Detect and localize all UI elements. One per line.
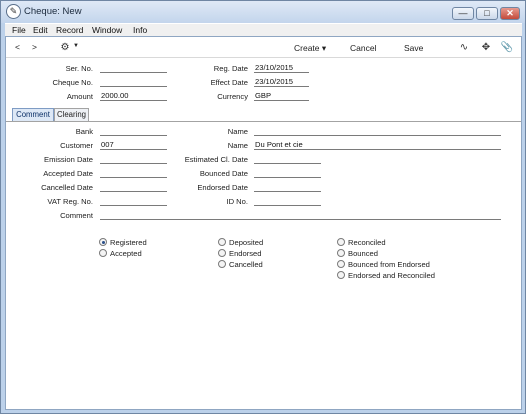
ser-no-field[interactable]	[100, 63, 167, 73]
effect-date-label: Effect Date	[210, 78, 248, 87]
effect-date-field[interactable]: 23/10/2015	[254, 77, 309, 87]
title-bar[interactable]: ✎ Cheque: New — □ ✕	[1, 1, 525, 23]
bank-field[interactable]	[100, 126, 167, 136]
cheque-no-field[interactable]	[100, 77, 167, 87]
close-button[interactable]: ✕	[500, 7, 520, 20]
radio-icon	[218, 238, 226, 246]
accepted-date-field[interactable]	[100, 168, 167, 178]
customer-name-field[interactable]: Du Pont et cie	[254, 140, 501, 150]
menu-info[interactable]: Info	[133, 25, 147, 35]
currency-field[interactable]: GBP	[254, 91, 309, 101]
customer-field[interactable]: 007	[100, 140, 167, 150]
status-radio-endorsed[interactable]: Endorsed	[218, 249, 262, 259]
radio-icon	[337, 260, 345, 268]
expand-icon[interactable]: ✥	[479, 41, 493, 55]
endorsed-date-label: Endorsed Date	[197, 183, 248, 192]
emission-date-label: Emission Date	[44, 155, 93, 164]
radio-icon	[218, 249, 226, 257]
record-form: < > ⚙ ▼ Create ▾ Cancel Save ∿ ✥ 📎 Ser. …	[5, 36, 522, 410]
minimize-button[interactable]: —	[452, 7, 474, 20]
tab-clearing[interactable]: Clearing	[54, 108, 89, 121]
accepted-date-label: Accepted Date	[43, 169, 93, 178]
endorsed-date-field[interactable]	[254, 182, 321, 192]
currency-label: Currency	[217, 92, 248, 101]
status-radio-registered[interactable]: Registered	[99, 238, 147, 248]
activity-icon[interactable]: ∿	[457, 41, 471, 55]
status-radio-bounced-from-endorsed[interactable]: Bounced from Endorsed	[337, 260, 430, 270]
radio-icon	[337, 249, 345, 257]
gear-icon[interactable]: ⚙	[58, 41, 72, 55]
radio-icon	[99, 249, 107, 257]
bank-label: Bank	[75, 127, 93, 136]
cancelled-date-label: Cancelled Date	[41, 183, 93, 192]
status-radio-accepted[interactable]: Accepted	[99, 249, 142, 259]
cheque-window: ✎ Cheque: New — □ ✕ File Edit Record Win…	[0, 0, 526, 414]
cancel-button[interactable]: Cancel	[350, 43, 376, 53]
paperclip-icon[interactable]: 📎	[500, 41, 514, 55]
gear-menu-chevron-down-icon[interactable]: ▼	[73, 43, 79, 49]
cancelled-date-field[interactable]	[100, 182, 167, 192]
maximize-button[interactable]: □	[476, 7, 498, 20]
tab-strip: Comment Clearing	[6, 107, 521, 121]
menu-edit[interactable]: Edit	[33, 25, 48, 35]
cheque-no-label: Cheque No.	[52, 78, 93, 87]
status-radio-deposited[interactable]: Deposited	[218, 238, 263, 248]
comment-field[interactable]	[100, 210, 501, 220]
radio-selected-icon	[99, 238, 107, 246]
vat-reg-no-field[interactable]	[100, 196, 167, 206]
next-record-button[interactable]: >	[32, 42, 37, 52]
ser-no-label: Ser. No.	[65, 64, 93, 73]
menu-record[interactable]: Record	[56, 25, 83, 35]
amount-field[interactable]: 2000.00	[100, 91, 167, 101]
save-button[interactable]: Save	[404, 43, 423, 53]
radio-icon	[337, 238, 345, 246]
amount-label: Amount	[66, 92, 93, 101]
menu-window[interactable]: Window	[92, 25, 122, 35]
toolbar: < > ⚙ ▼ Create ▾ Cancel Save ∿ ✥ 📎	[6, 37, 521, 58]
bounced-date-label: Bounced Date	[199, 169, 248, 178]
menu-bar: File Edit Record Window Info	[5, 23, 522, 36]
status-radio-bounced[interactable]: Bounced	[337, 249, 378, 259]
reg-date-field[interactable]: 23/10/2015	[254, 63, 309, 73]
estimated-cl-date-label: Estimated Cl. Date	[184, 155, 248, 164]
create-button[interactable]: Create ▾	[294, 43, 326, 54]
window-title: Cheque: New	[24, 6, 82, 17]
bounced-date-field[interactable]	[254, 168, 321, 178]
vat-reg-no-label: VAT Reg. No.	[47, 197, 93, 206]
tab-divider	[6, 121, 521, 122]
reg-date-label: Reg. Date	[213, 64, 248, 73]
status-radio-cancelled[interactable]: Cancelled	[218, 260, 263, 270]
id-no-label: ID No.	[226, 197, 248, 206]
radio-icon	[337, 271, 345, 279]
status-radio-endorsed-and-reconciled[interactable]: Endorsed and Reconciled	[337, 271, 435, 281]
customer-name-label: Name	[227, 141, 248, 150]
name-field[interactable]	[254, 126, 501, 136]
previous-record-button[interactable]: <	[15, 42, 20, 52]
radio-icon	[218, 260, 226, 268]
comment-label: Comment	[60, 211, 93, 220]
id-no-field[interactable]	[254, 196, 321, 206]
tab-comment[interactable]: Comment	[12, 108, 54, 121]
customer-label: Customer	[60, 141, 93, 150]
cheque-app-icon: ✎	[6, 4, 21, 19]
menu-file[interactable]: File	[12, 25, 26, 35]
estimated-cl-date-field[interactable]	[254, 154, 321, 164]
name-label: Name	[227, 127, 248, 136]
emission-date-field[interactable]	[100, 154, 167, 164]
status-radio-reconciled[interactable]: Reconciled	[337, 238, 386, 248]
